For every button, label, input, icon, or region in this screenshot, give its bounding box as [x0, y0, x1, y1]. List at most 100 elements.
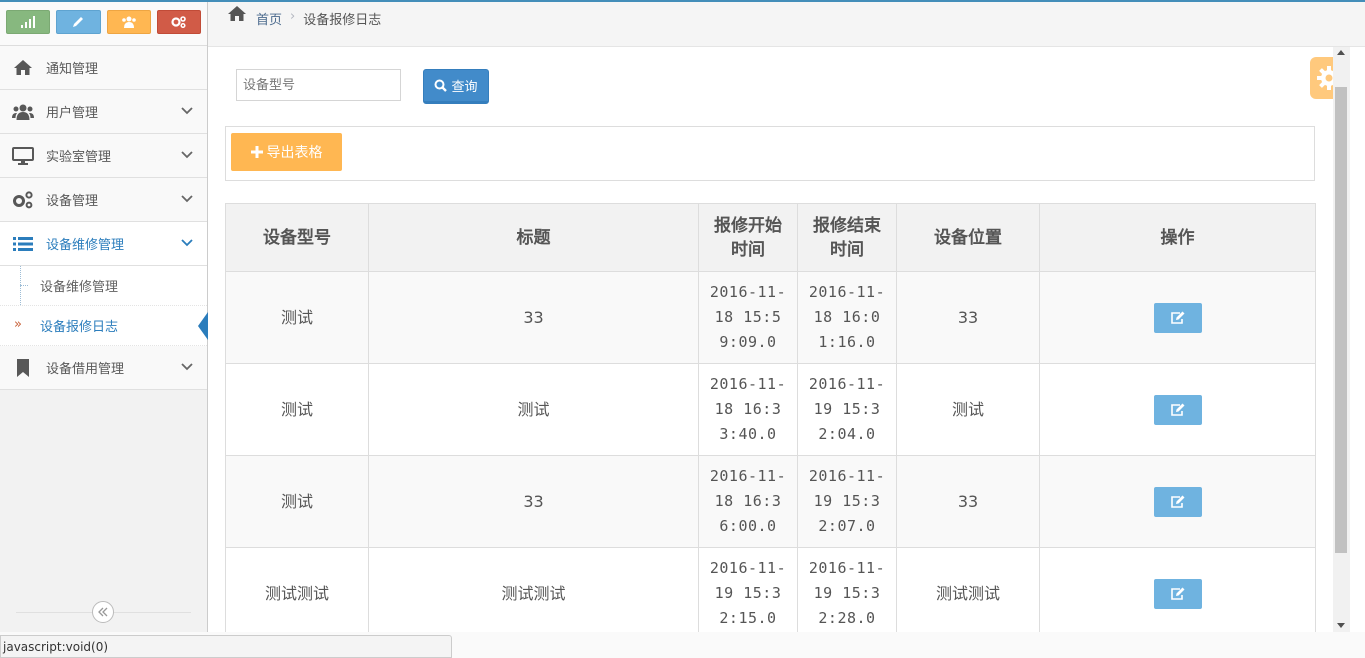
signal-icon [21, 16, 36, 28]
tree-dash [20, 285, 28, 286]
sidebar-item-label: 设备管理 [46, 194, 99, 209]
cell-location: 33 [896, 271, 1040, 364]
search-button[interactable]: 查询 [423, 69, 489, 104]
cell-location: 测试测试 [896, 547, 1040, 632]
cell-title: 测试测试 [368, 547, 699, 632]
shortcut-users-button[interactable] [106, 10, 151, 34]
table-row: 测试测试 测试测试 2016-11-19 15:32:15.0 2016-11-… [225, 547, 1316, 632]
column-header-model[interactable]: 设备型号 [225, 203, 369, 272]
sidebar-collapse-button[interactable] [92, 601, 114, 623]
sidebar-item-label: 设备维修管理 [46, 238, 125, 253]
edit-icon [1170, 403, 1184, 416]
edit-button[interactable] [1153, 578, 1202, 609]
column-header-action: 操作 [1039, 203, 1316, 272]
sidebar-item-notices[interactable]: 通知管理 [0, 46, 207, 90]
scrollbar-thumb[interactable] [1335, 87, 1347, 553]
cell-start: 2016-11-18 16:33:40.0 [698, 363, 798, 456]
edit-button[interactable] [1153, 486, 1202, 517]
sidebar-item-repair[interactable]: 设备维修管理 [0, 222, 207, 266]
shortcut-pencil-button[interactable] [56, 10, 101, 34]
edit-icon [1170, 587, 1184, 600]
browser-status-bar: javascript:void(0) [0, 635, 452, 658]
chevron-down-icon [181, 104, 193, 119]
breadcrumb-home-link[interactable]: 首页 [256, 9, 282, 28]
active-pointer [198, 312, 208, 340]
users-icon [121, 16, 136, 28]
search-button-label: 查询 [451, 80, 478, 95]
cell-action [1039, 271, 1316, 364]
cell-start: 2016-11-19 15:32:15.0 [698, 547, 798, 632]
home-icon [12, 58, 34, 78]
shortcut-cogs-button[interactable] [156, 10, 201, 34]
cell-title: 测试 [368, 363, 699, 456]
cogs-icon [12, 190, 34, 210]
cell-action [1039, 547, 1316, 632]
sidebar-item-labs[interactable]: 实验室管理 [0, 134, 207, 178]
header-text: 时间 [731, 239, 765, 260]
sidebar-item-label: 通知管理 [46, 62, 99, 77]
breadcrumb-separator-icon: › [290, 9, 296, 24]
column-header-end[interactable]: 报修结束 时间 [797, 203, 897, 272]
shortcut-signal-button[interactable] [6, 10, 51, 34]
header-text: 时间 [830, 239, 864, 260]
double-chevron-left-icon [98, 607, 108, 617]
sidebar-shortcuts [0, 2, 207, 46]
bookmark-icon [12, 358, 34, 378]
desktop-icon [12, 146, 34, 166]
breadcrumb-current: 设备报修日志 [303, 13, 382, 28]
sidebar-item-users[interactable]: 用户管理 [0, 90, 207, 134]
scroll-up-arrow-icon[interactable] [1337, 50, 1345, 55]
plus-icon [250, 146, 263, 158]
double-angle-right-icon: » [14, 317, 22, 332]
cell-model: 测试 [225, 271, 369, 364]
repair-log-table: 设备型号 标题 报修开始时间 报修结束时间 设备位置 操作 测试 33 2016… [225, 203, 1316, 632]
edit-button[interactable] [1153, 394, 1202, 425]
pencil-icon [73, 17, 84, 27]
chevron-down-icon [181, 236, 193, 251]
chevron-down-icon [181, 192, 193, 207]
table-toolbar: 导出表格 [225, 126, 1315, 181]
sidebar-item-devices[interactable]: 设备管理 [0, 178, 207, 222]
cell-title: 33 [368, 455, 699, 548]
cell-end: 2016-11-19 15:32:07.0 [797, 455, 897, 548]
search-input[interactable] [236, 69, 401, 101]
sidebar-item-label: 用户管理 [46, 106, 99, 121]
home-icon[interactable] [228, 6, 246, 25]
table-row: 测试 测试 2016-11-18 16:33:40.0 2016-11-19 1… [225, 363, 1316, 456]
edit-icon [1170, 311, 1184, 324]
scroll-down-arrow-icon[interactable] [1337, 623, 1345, 628]
export-button[interactable]: 导出表格 [231, 133, 342, 171]
export-button-label: 导出表格 [266, 145, 323, 161]
sidebar-subitem-label: 设备报修日志 [40, 320, 119, 335]
sidebar-subitem-repair-manage[interactable]: 设备维修管理 [0, 266, 207, 306]
cell-start: 2016-11-18 15:59:09.0 [698, 271, 798, 364]
column-header-location[interactable]: 设备位置 [896, 203, 1040, 272]
column-header-start[interactable]: 报修开始 时间 [698, 203, 798, 272]
search-icon [434, 79, 448, 92]
cell-location: 33 [896, 455, 1040, 548]
edit-button[interactable] [1153, 302, 1202, 333]
sidebar-item-label: 实验室管理 [46, 150, 112, 165]
sidebar-collapse-bar [0, 592, 207, 632]
cell-title: 33 [368, 271, 699, 364]
cogs-icon [171, 16, 186, 28]
breadcrumb: 首页 › 设备报修日志 [208, 2, 1365, 47]
users-icon [12, 102, 34, 122]
cell-end: 2016-11-19 15:32:28.0 [797, 547, 897, 632]
cell-end: 2016-11-18 16:01:16.0 [797, 271, 897, 364]
cell-action [1039, 455, 1316, 548]
header-text: 报修开始 [714, 215, 782, 236]
sidebar-item-borrow[interactable]: 设备借用管理 [0, 346, 207, 390]
chevron-down-icon [181, 360, 193, 375]
sidebar-subitem-label: 设备维修管理 [40, 280, 119, 295]
header-text: 报修结束 [813, 215, 881, 236]
edit-icon [1170, 495, 1184, 508]
column-header-title[interactable]: 标题 [368, 203, 699, 272]
cell-model: 测试 [225, 455, 369, 548]
sidebar: 通知管理 用户管理 实验室管理 设备管理 设备维修管理 设备维修管理 » 设备报… [0, 2, 208, 632]
sidebar-subitem-repair-log[interactable]: » 设备报修日志 [0, 306, 208, 346]
table-row: 测试 33 2016-11-18 16:36:00.0 2016-11-19 1… [225, 455, 1316, 548]
chevron-down-icon [181, 148, 193, 163]
page-scrollbar[interactable] [1333, 47, 1350, 632]
main-content: 查询 导出表格 设备型号 标题 报修开始时间 报修结束时间 设备位置 操作 测试… [208, 47, 1333, 632]
